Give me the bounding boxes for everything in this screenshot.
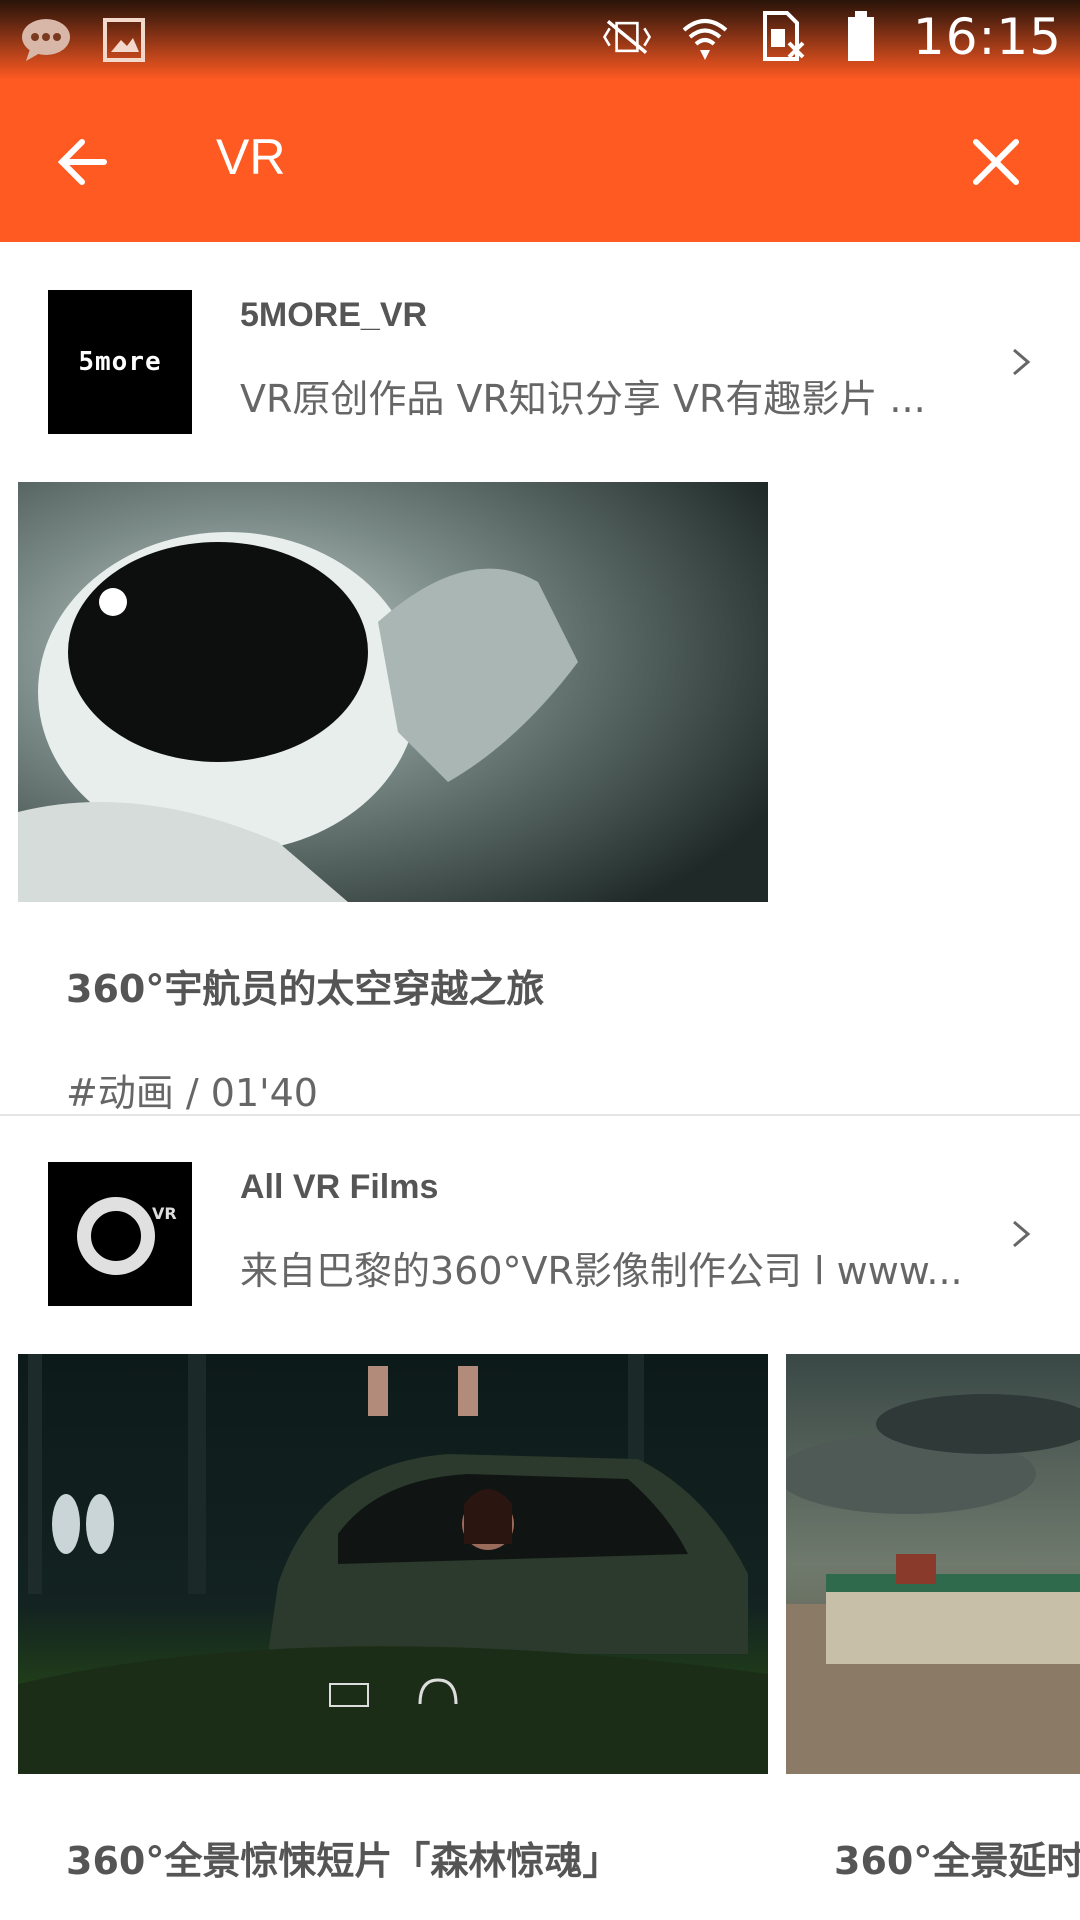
search-toolbar: VR [0,80,1080,242]
channel-name: 5MORE_VR [240,296,428,334]
channel-logo: 5more [78,347,162,377]
channel-row-allvrfilms[interactable]: VR All VR Films 来自巴黎的360°VR影像制作公司 l www.… [0,1162,1080,1336]
image-icon [98,14,150,66]
chevron-right-icon [1013,1220,1031,1248]
channel-avatar: 5more [48,290,192,434]
close-icon [973,139,1019,185]
sim-off-icon [757,11,809,63]
channel-logo: VR [152,1204,177,1223]
clock: 16:15 [912,8,1062,66]
status-bar: 16:15 [0,0,1080,80]
battery-icon [835,11,887,63]
back-button[interactable] [52,130,116,194]
video-meta: #动画 / 01'40 [66,1071,318,1115]
video-thumbnail[interactable] [18,1354,768,1774]
video-thumbnail[interactable] [18,482,768,902]
search-query[interactable]: VR [216,128,285,186]
video-title[interactable]: 360°全景惊悚短片「森林惊魂」 [66,1830,620,1885]
video-title[interactable]: 360°宇航员的太空穿越之旅 [66,958,544,1013]
vibrate-off-icon [601,11,653,63]
channel-description: VR原创作品 VR知识分享 VR有趣影片 ... [240,377,926,421]
channel-row-5more[interactable]: 5more 5MORE_VR VR原创作品 VR知识分享 VR有趣影片 ... [0,290,1080,464]
divider [0,1114,1080,1116]
message-icon [20,14,72,66]
arrow-left-icon [57,139,107,185]
channel-avatar: VR [48,1162,192,1306]
video-title[interactable]: 360°全景延时 [834,1830,1080,1885]
close-button[interactable] [964,130,1028,194]
video-thumbnail[interactable] [786,1354,1080,1774]
wifi-icon [679,11,731,63]
channel-name: All VR Films [240,1168,439,1206]
channel-description: 来自巴黎的360°VR影像制作公司 l www... [240,1249,963,1293]
chevron-right-icon [1013,348,1031,376]
